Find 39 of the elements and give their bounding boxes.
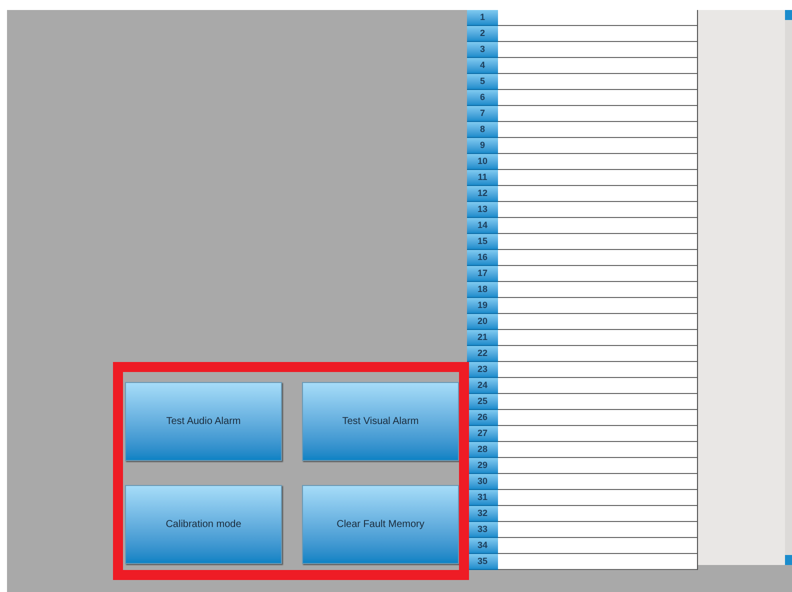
alarm-button[interactable]: Test Audio Alarm — [125, 382, 282, 461]
row-header: 27 — [467, 426, 498, 442]
row-header: 28 — [467, 442, 498, 458]
row-header: 19 — [467, 298, 498, 314]
row-header: 7 — [467, 106, 498, 122]
row-header: 17 — [467, 266, 498, 282]
row-header: 26 — [467, 410, 498, 426]
alarm-button[interactable]: Calibration mode — [125, 485, 282, 564]
row-header: 32 — [467, 506, 498, 522]
row-header: 1 — [467, 10, 498, 26]
row-header: 31 — [467, 490, 498, 506]
row-header: 33 — [467, 522, 498, 538]
row-header: 16 — [467, 250, 498, 266]
row-header: 6 — [467, 90, 498, 106]
row-header: 25 — [467, 394, 498, 410]
row-header: 13 — [467, 202, 498, 218]
row-header: 11 — [467, 170, 498, 186]
row-header: 8 — [467, 122, 498, 138]
alarm-button[interactable]: Test Visual Alarm — [302, 382, 459, 461]
row-header: 24 — [467, 378, 498, 394]
row-header: 22 — [467, 346, 498, 362]
row-header: 18 — [467, 282, 498, 298]
row-header: 30 — [467, 474, 498, 490]
row-header: 5 — [467, 74, 498, 90]
row-header: 9 — [467, 138, 498, 154]
row-header: 2 — [467, 26, 498, 42]
row-header: 14 — [467, 218, 498, 234]
row-header: 29 — [467, 458, 498, 474]
row-header: 35 — [467, 554, 498, 570]
row-header: 10 — [467, 154, 498, 170]
row-header: 23 — [467, 362, 498, 378]
row-header: 21 — [467, 330, 498, 346]
row-header: 4 — [467, 58, 498, 74]
row-header: 3 — [467, 42, 498, 58]
alarm-button[interactable]: Clear Fault Memory — [302, 485, 459, 564]
row-header: 12 — [467, 186, 498, 202]
row-header: 34 — [467, 538, 498, 554]
row-header: 15 — [467, 234, 498, 250]
row-header: 20 — [467, 314, 498, 330]
